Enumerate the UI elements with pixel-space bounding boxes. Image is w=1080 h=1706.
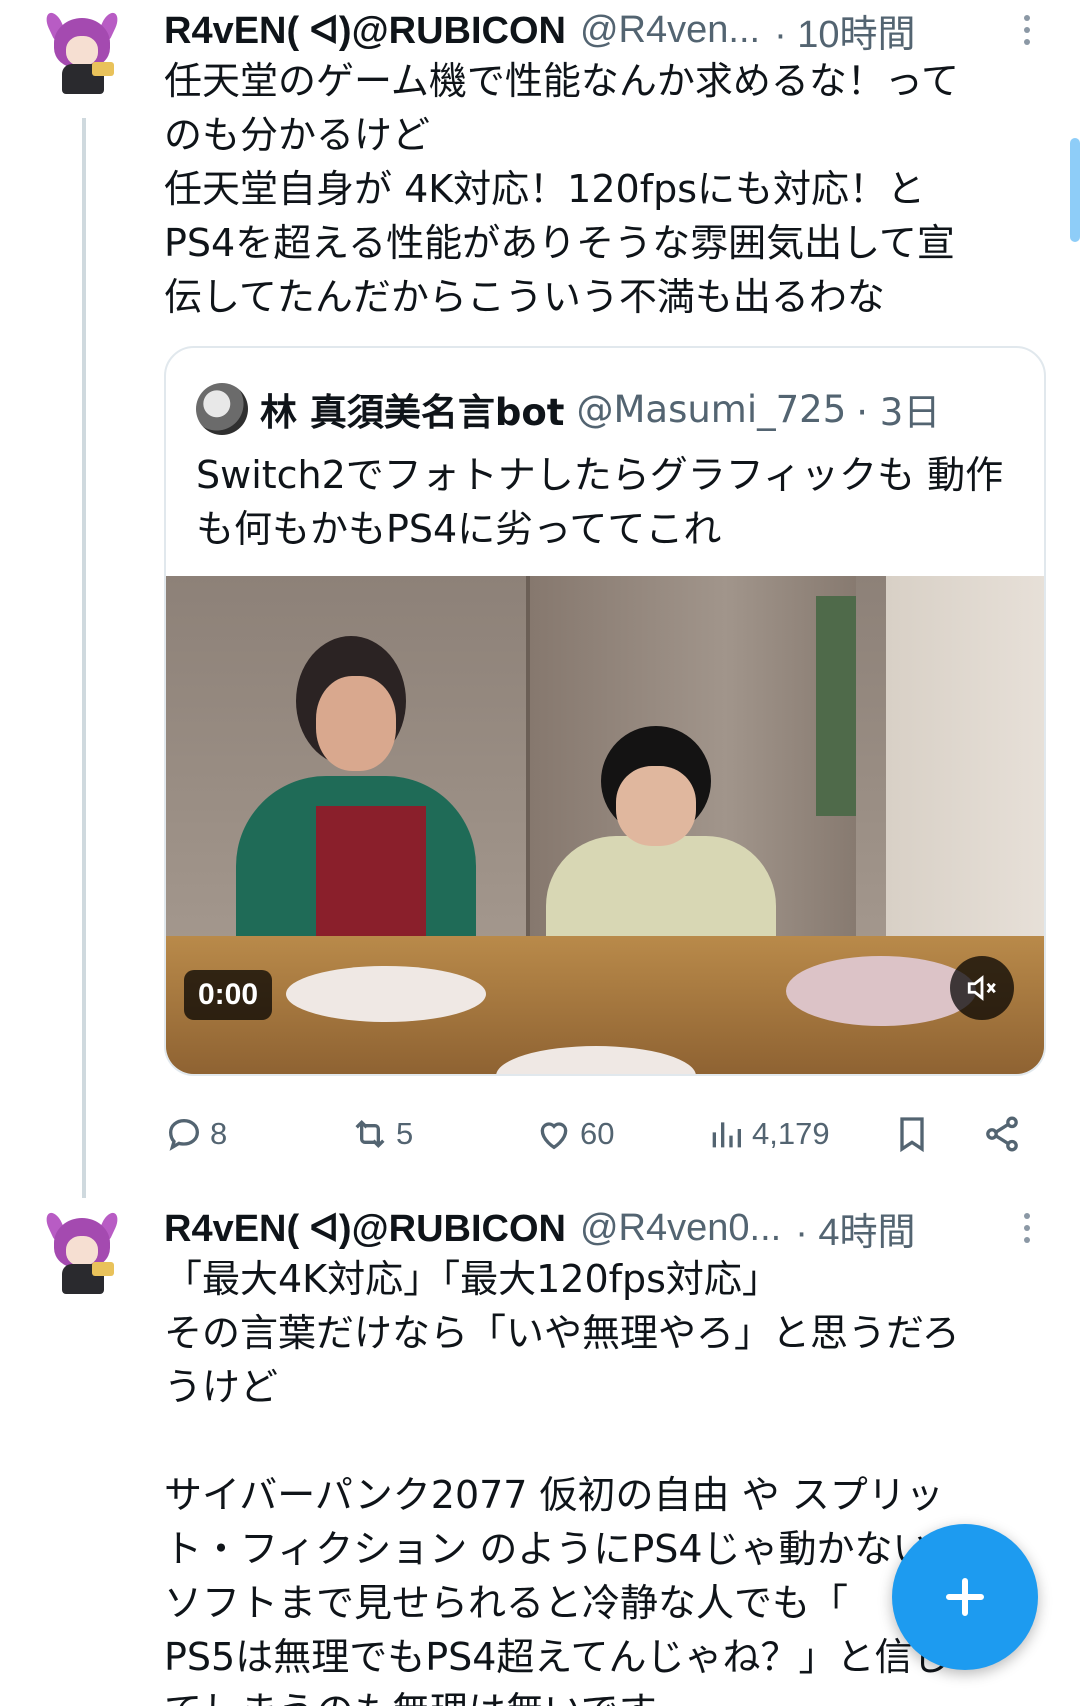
mute-icon[interactable]	[950, 956, 1014, 1020]
avatar-prop	[92, 62, 114, 76]
video-frame-magazine	[786, 956, 976, 1026]
tweet-header: R4vEN( ᐊ)@RUBICON @R4ven... · 10時間	[164, 4, 916, 56]
quote-text: Switch2でフォトナしたらグラフィックも 動作も何もかもPS4に劣っててこれ	[196, 453, 1004, 551]
quoted-tweet[interactable]: 林 真須美名言bot @Masumi_725 · 3日 Switch2でフォトナ…	[164, 346, 1046, 1076]
tweet-header: R4vEN( ᐊ)@RUBICON @R4ven0... · 4時間	[164, 1202, 916, 1254]
views-button[interactable]: 4,179	[706, 1106, 830, 1162]
like-count: 60	[580, 1116, 615, 1151]
retweet-count: 5	[396, 1116, 414, 1151]
views-count: 4,179	[752, 1116, 830, 1151]
tweet-time[interactable]: · 10時間	[774, 3, 915, 58]
video-frame-person-child	[546, 726, 786, 956]
share-icon	[986, 1116, 1018, 1152]
more-options-icon[interactable]	[1012, 1202, 1042, 1254]
bookmark-icon	[900, 1117, 924, 1153]
author-avatar[interactable]	[43, 10, 121, 98]
author-handle[interactable]: @R4ven0...	[580, 1207, 781, 1250]
quote-author-name: 林 真須美名言bot	[260, 391, 565, 434]
share-button[interactable]	[982, 1106, 1022, 1162]
video-player[interactable]: 0:00	[166, 576, 1044, 1074]
author-name[interactable]: R4vEN( ᐊ)@RUBICON	[164, 1206, 566, 1251]
heart-icon	[540, 1122, 568, 1150]
tweet-actions: 8 5 60 4,179	[164, 1106, 1044, 1162]
quote-author-handle: @Masumi_725	[576, 387, 847, 431]
author-handle[interactable]: @R4ven...	[580, 9, 760, 52]
quote-header: 林 真須美名言bot @Masumi_725 · 3日	[196, 382, 940, 436]
video-frame-shelf	[816, 596, 856, 816]
more-options-icon[interactable]	[1012, 4, 1042, 56]
quote-author-avatar	[196, 383, 248, 435]
video-time-display: 0:00	[184, 970, 273, 1020]
plus-icon	[946, 1578, 984, 1616]
retweet-button[interactable]: 5	[350, 1106, 413, 1162]
quote-time: · 3日	[856, 391, 941, 434]
tweet-text: 任天堂のゲーム機で性能なんか求めるな！って のも分かるけど 任天堂自身が 4K対…	[164, 59, 959, 319]
thread-connector-line	[82, 118, 86, 1198]
scrollbar-thumb[interactable]	[1070, 138, 1080, 242]
reply-count: 8	[210, 1116, 228, 1151]
views-icon	[712, 1122, 741, 1148]
reply-button[interactable]: 8	[164, 1106, 227, 1162]
video-frame-person-woman	[236, 636, 476, 976]
bookmark-button[interactable]	[892, 1106, 932, 1162]
video-frame-plate	[286, 966, 486, 1022]
author-avatar[interactable]	[43, 1210, 121, 1298]
author-name[interactable]: R4vEN( ᐊ)@RUBICON	[164, 8, 566, 53]
compose-button[interactable]	[892, 1524, 1038, 1670]
retweet-icon	[355, 1119, 385, 1149]
avatar-prop	[92, 1262, 114, 1276]
tweet-time[interactable]: · 4時間	[795, 1201, 915, 1256]
like-button[interactable]: 60	[534, 1106, 614, 1162]
video-frame-wall	[886, 576, 1044, 956]
reply-icon	[168, 1118, 200, 1151]
